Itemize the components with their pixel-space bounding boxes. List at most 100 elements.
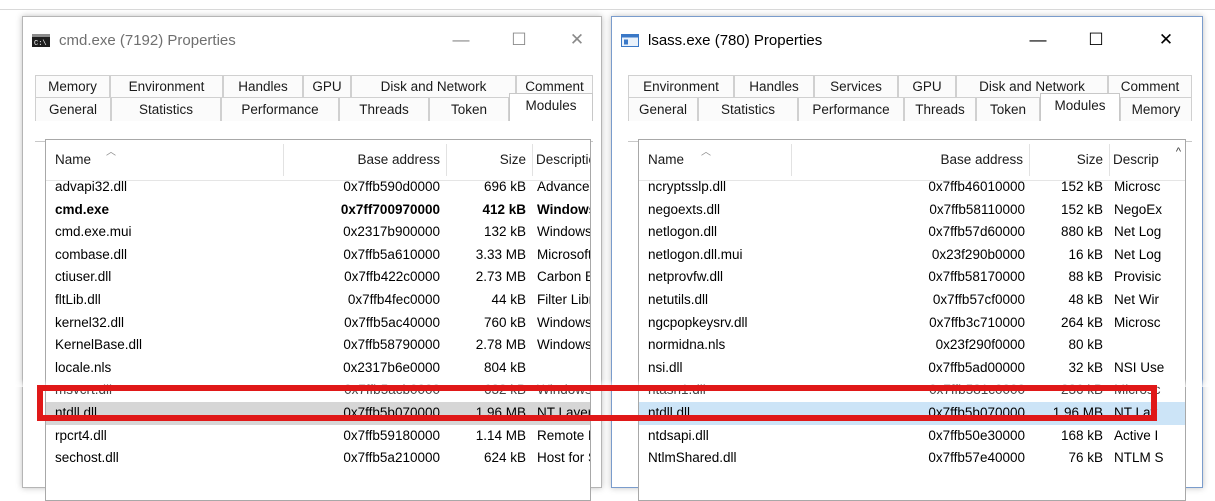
table-row[interactable]: sechost.dll 0x7ffb5a210000 624 kB Host for … xyxy=(46,447,590,470)
close-button[interactable]: ✕ xyxy=(555,25,599,55)
size-cell: 152 kB xyxy=(1060,179,1103,194)
description-cell: NegoEx xyxy=(1114,201,1163,217)
svg-text:C:\: C:\ xyxy=(34,40,47,47)
table-row[interactable]: netlogon.dll.mui 0x23f290b0000 16 kB Net Lo… xyxy=(639,244,1185,267)
size-cell: 624 kB xyxy=(483,450,526,466)
table-row[interactable]: nsi.dll 0x7ffb5ad00000 32 kB NSI Use xyxy=(639,357,1185,380)
tab-general[interactable]: General xyxy=(35,97,111,121)
table-row[interactable]: ctiuser.dll 0x7ffb422c0000 2.73 MB Carbon B… xyxy=(46,266,590,289)
description-cell: Windows N xyxy=(537,337,591,353)
base-address-cell: 0x7ffb5a610000 xyxy=(343,246,440,262)
tab-gpu[interactable]: GPU xyxy=(898,75,956,97)
title-bar[interactable]: lsass.exe (780) Properties — ☐ ✕ xyxy=(612,17,1202,63)
table-row[interactable]: NtlmShared.dll 0x7ffb57e40000 76 kB NTLM S xyxy=(639,447,1185,470)
module-name-cell: locale.nls xyxy=(55,359,112,375)
tab-threads[interactable]: Threads xyxy=(904,97,976,121)
tab-comment[interactable]: Comment xyxy=(1108,75,1192,97)
column-divider[interactable] xyxy=(791,144,792,176)
description-cell: Windows C xyxy=(537,224,591,240)
module-name-cell: netlogon.dll.mui xyxy=(648,246,743,262)
tab-performance[interactable]: Performance xyxy=(798,97,904,121)
base-address-cell: 0x7ffb590d0000 xyxy=(343,179,440,194)
column-header-base-address[interactable]: Base address xyxy=(283,140,446,180)
table-row[interactable]: normidna.nls 0x23f290f0000 80 kB xyxy=(639,334,1185,357)
table-row[interactable]: netutils.dll 0x7ffb57cf0000 48 kB Net Wir xyxy=(639,289,1185,312)
table-row[interactable]: combase.dll 0x7ffb5a610000 3.33 MB Microsof… xyxy=(46,244,590,267)
tab-environment[interactable]: Environment xyxy=(628,75,734,97)
tab-handles[interactable]: Handles xyxy=(734,75,814,97)
column-header-name[interactable]: Name xyxy=(49,140,279,180)
base-address-cell: 0x7ffb57d60000 xyxy=(928,224,1025,240)
module-name-cell: ctiuser.dll xyxy=(55,269,112,285)
column-header-description[interactable]: Description xyxy=(532,140,590,180)
table-row[interactable]: cmd.exe 0x7ff700970000 412 kB Windows xyxy=(46,199,590,222)
tab-gpu[interactable]: GPU xyxy=(303,75,351,97)
table-row[interactable]: negoexts.dll 0x7ffb58110000 152 kB NegoEx xyxy=(639,199,1185,222)
list-header: ︿ Name Base address Size Description xyxy=(46,140,590,181)
tab-threads[interactable]: Threads xyxy=(339,97,429,121)
tab-disk-and-network[interactable]: Disk and Network xyxy=(351,75,516,97)
description-cell: NTLM S xyxy=(1114,450,1164,466)
maximize-button[interactable]: ☐ xyxy=(1074,25,1118,55)
size-cell: 412 kB xyxy=(482,201,526,217)
tab-general[interactable]: General xyxy=(628,97,698,121)
column-header-size[interactable]: Size xyxy=(1029,140,1109,180)
table-row[interactable]: netlogon.dll 0x7ffb57d60000 880 kB Net Log xyxy=(639,221,1185,244)
title-bar[interactable]: C:\ cmd.exe (7192) Properties — ☐ ✕ xyxy=(23,17,601,63)
table-row[interactable]: cmd.exe.mui 0x2317b900000 132 kB Windows C xyxy=(46,221,590,244)
base-address-cell: 0x7ffb58170000 xyxy=(928,269,1025,285)
scroll-up-arrow-icon[interactable]: ^ xyxy=(1176,146,1181,158)
base-address-cell: 0x7ffb5ac40000 xyxy=(344,314,440,330)
base-address-cell: 0x23f290b0000 xyxy=(931,246,1025,262)
base-address-cell: 0x7ff700970000 xyxy=(340,201,440,217)
table-row[interactable]: locale.nls 0x2317b6e0000 804 kB xyxy=(46,357,590,380)
module-name-cell: nsi.dll xyxy=(648,359,683,375)
tab-modules[interactable]: Modules xyxy=(509,93,593,121)
column-header-description[interactable]: Descrip xyxy=(1109,140,1171,180)
modules-list[interactable]: ︿ Name Base address Size Descrip ^ ncryp… xyxy=(638,139,1186,501)
tab-handles[interactable]: Handles xyxy=(223,75,303,97)
column-header-name[interactable]: Name xyxy=(642,140,792,180)
tab-modules[interactable]: Modules xyxy=(1040,93,1120,121)
table-row[interactable]: fltLib.dll 0x7ffb4fec0000 44 kB Filter Libr… xyxy=(46,289,590,312)
minimize-button[interactable]: — xyxy=(439,25,483,55)
highlight-annotation-box xyxy=(37,385,1157,421)
base-address-cell: 0x7ffb58790000 xyxy=(343,337,440,353)
table-row[interactable]: kernel32.dll 0x7ffb5ac40000 760 kB Windows … xyxy=(46,312,590,335)
table-row[interactable]: advapi32.dll 0x7ffb590d0000 696 kB Advanced xyxy=(46,176,590,199)
module-name-cell: KernelBase.dll xyxy=(55,337,143,353)
column-header-size[interactable]: Size xyxy=(446,140,532,180)
size-cell: 2.78 MB xyxy=(475,337,526,353)
tab-token[interactable]: Token xyxy=(429,97,509,121)
description-cell: Microsc xyxy=(1114,314,1161,330)
base-address-cell: 0x7ffb46010000 xyxy=(928,179,1025,194)
tab-memory[interactable]: Memory xyxy=(1120,97,1192,121)
minimize-button[interactable]: — xyxy=(1016,25,1060,55)
tab-statistics[interactable]: Statistics xyxy=(111,97,221,121)
size-cell: 1.14 MB xyxy=(475,427,526,443)
module-name-cell: ngcpopkeysrv.dll xyxy=(648,314,748,330)
close-button[interactable]: ✕ xyxy=(1144,25,1188,55)
base-address-cell: 0x7ffb5ad00000 xyxy=(928,359,1025,375)
table-row[interactable]: ncryptsslp.dll 0x7ffb46010000 152 kB Micros… xyxy=(639,176,1185,199)
column-header-base-address[interactable]: Base address xyxy=(879,140,1029,180)
maximize-button[interactable]: ☐ xyxy=(497,25,541,55)
table-row[interactable]: ntdsapi.dll 0x7ffb50e30000 168 kB Active I xyxy=(639,425,1185,448)
table-row[interactable]: ngcpopkeysrv.dll 0x7ffb3c710000 264 kB Micr… xyxy=(639,312,1185,335)
tab-services[interactable]: Services xyxy=(814,75,898,97)
app-window-icon xyxy=(621,34,639,47)
table-row[interactable]: netprovfw.dll 0x7ffb58170000 88 kB Provisic xyxy=(639,266,1185,289)
window-title: cmd.exe (7192) Properties xyxy=(59,32,236,49)
table-row[interactable]: rpcrt4.dll 0x7ffb59180000 1.14 MB Remote Pr xyxy=(46,425,590,448)
modules-list[interactable]: ︿ Name Base address Size Description adv… xyxy=(45,139,591,501)
module-name-cell: netutils.dll xyxy=(648,291,709,307)
size-cell: 804 kB xyxy=(483,359,526,375)
description-cell: Carbon Bla xyxy=(537,269,590,285)
size-cell: 152 kB xyxy=(1060,201,1103,217)
table-row[interactable]: KernelBase.dll 0x7ffb58790000 2.78 MB Windo… xyxy=(46,334,590,357)
tab-statistics[interactable]: Statistics xyxy=(698,97,798,121)
tab-performance[interactable]: Performance xyxy=(221,97,339,121)
tab-memory[interactable]: Memory xyxy=(35,75,110,97)
tab-environment[interactable]: Environment xyxy=(110,75,223,97)
tab-token[interactable]: Token xyxy=(976,97,1040,121)
